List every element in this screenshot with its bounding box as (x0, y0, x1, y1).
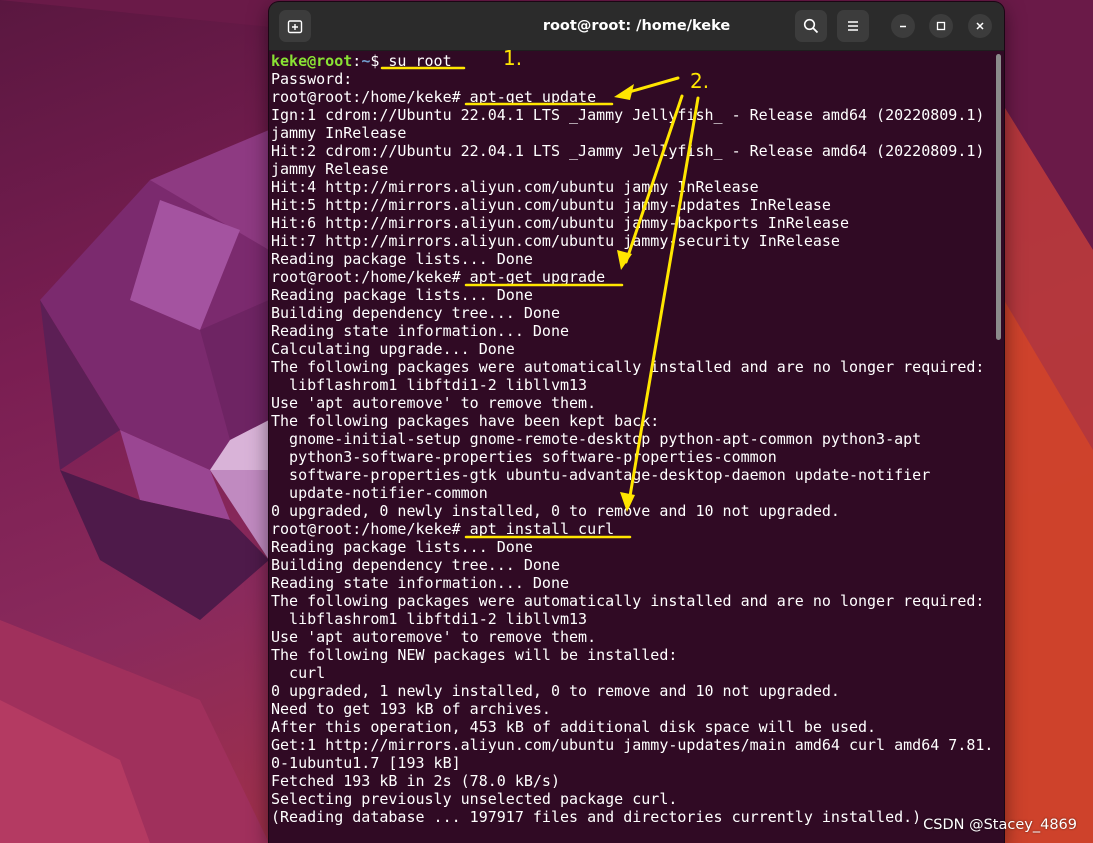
output-line: 0-1ubuntu1.7 [193 kB] (271, 754, 461, 772)
search-button[interactable] (795, 10, 827, 42)
output-line: The following packages were automaticall… (271, 358, 985, 376)
output-line: Hit:2 cdrom://Ubuntu 22.04.1 LTS _Jammy … (271, 142, 985, 160)
output-line: Hit:6 http://mirrors.aliyun.com/ubuntu j… (271, 214, 849, 232)
watermark: CSDN @Stacey_4869 (923, 817, 1077, 833)
output-line: Building dependency tree... Done (271, 556, 560, 574)
close-button[interactable] (968, 14, 992, 38)
close-icon (976, 22, 984, 30)
output-lines: Password: root@root:/home/keke# apt-get u… (271, 70, 991, 826)
output-line: Hit:4 http://mirrors.aliyun.com/ubuntu j… (271, 178, 759, 196)
output-line: Use 'apt autoremove' to remove them. (271, 628, 597, 646)
output-line: libflashrom1 libftdi1-2 libllvm13 (271, 610, 588, 628)
prompt-command: su root (379, 52, 452, 70)
output-line: Get:1 http://mirrors.aliyun.com/ubuntu j… (271, 736, 991, 754)
output-line: jammy Release (271, 160, 389, 178)
output-line: 0 upgraded, 1 newly installed, 0 to remo… (271, 682, 840, 700)
output-line: Reading state information... Done (271, 574, 570, 592)
hamburger-menu-icon (848, 21, 858, 31)
output-line: Reading package lists... Done (271, 250, 533, 268)
output-line: Password: (271, 70, 353, 88)
output-line: root@root:/home/keke# apt-get update (271, 88, 597, 106)
output-line: Reading package lists... Done (271, 286, 533, 304)
search-icon (803, 18, 819, 34)
output-line: update-notifier-common (271, 484, 488, 502)
prompt-line: keke@root:~$ su root (271, 52, 991, 70)
output-line: Hit:5 http://mirrors.aliyun.com/ubuntu j… (271, 196, 831, 214)
output-line: Hit:7 http://mirrors.aliyun.com/ubuntu j… (271, 232, 840, 250)
output-line: Ign:1 cdrom://Ubuntu 22.04.1 LTS _Jammy … (271, 106, 985, 124)
minimize-icon (900, 25, 906, 28)
output-line: root@root:/home/keke# apt install curl (271, 520, 615, 538)
output-line: software-properties-gtk ubuntu-advantage… (271, 466, 931, 484)
terminal-scrollbar[interactable] (996, 54, 1001, 340)
prompt-user-host: keke@root (271, 52, 353, 70)
output-line: Reading state information... Done (271, 322, 570, 340)
output-line: python3-software-properties software-pro… (271, 448, 777, 466)
minimize-button[interactable] (891, 14, 915, 38)
menu-button[interactable] (837, 10, 869, 42)
terminal-window[interactable]: root@root: /home/keke keke@root:~$ su ro… (269, 2, 1004, 843)
output-line: Selecting previously unselected package … (271, 790, 678, 808)
output-line: Building dependency tree... Done (271, 304, 560, 322)
output-line: gnome-initial-setup gnome-remote-desktop… (271, 430, 922, 448)
output-line: After this operation, 453 kB of addition… (271, 718, 877, 736)
terminal-titlebar[interactable]: root@root: /home/keke (269, 2, 1004, 51)
terminal-output[interactable]: keke@root:~$ su root Password: root@root:… (271, 52, 991, 843)
output-line: Use 'apt autoremove' to remove them. (271, 394, 597, 412)
output-line: The following NEW packages will be insta… (271, 646, 678, 664)
output-line: Reading package lists... Done (271, 538, 533, 556)
output-line: (Reading database ... 197917 files and d… (271, 808, 922, 826)
maximize-button[interactable] (929, 14, 953, 38)
output-line: libflashrom1 libftdi1-2 libllvm13 (271, 376, 588, 394)
output-line: The following packages were automaticall… (271, 592, 985, 610)
maximize-icon (936, 21, 946, 31)
prompt-path: ~ (361, 52, 371, 70)
output-line: Need to get 193 kB of archives. (271, 700, 551, 718)
output-line: Calculating upgrade... Done (271, 340, 515, 358)
output-line: Fetched 193 kB in 2s (78.0 kB/s) (271, 772, 560, 790)
prompt-colon: : (352, 52, 362, 70)
new-tab-button[interactable] (279, 10, 311, 42)
output-line: curl (271, 664, 326, 682)
output-line: The following packages have been kept ba… (271, 412, 660, 430)
output-line: 0 upgraded, 0 newly installed, 0 to remo… (271, 502, 840, 520)
new-tab-icon (287, 20, 303, 34)
output-line: jammy InRelease (271, 124, 407, 142)
output-line: root@root:/home/keke# apt-get upgrade (271, 268, 606, 286)
